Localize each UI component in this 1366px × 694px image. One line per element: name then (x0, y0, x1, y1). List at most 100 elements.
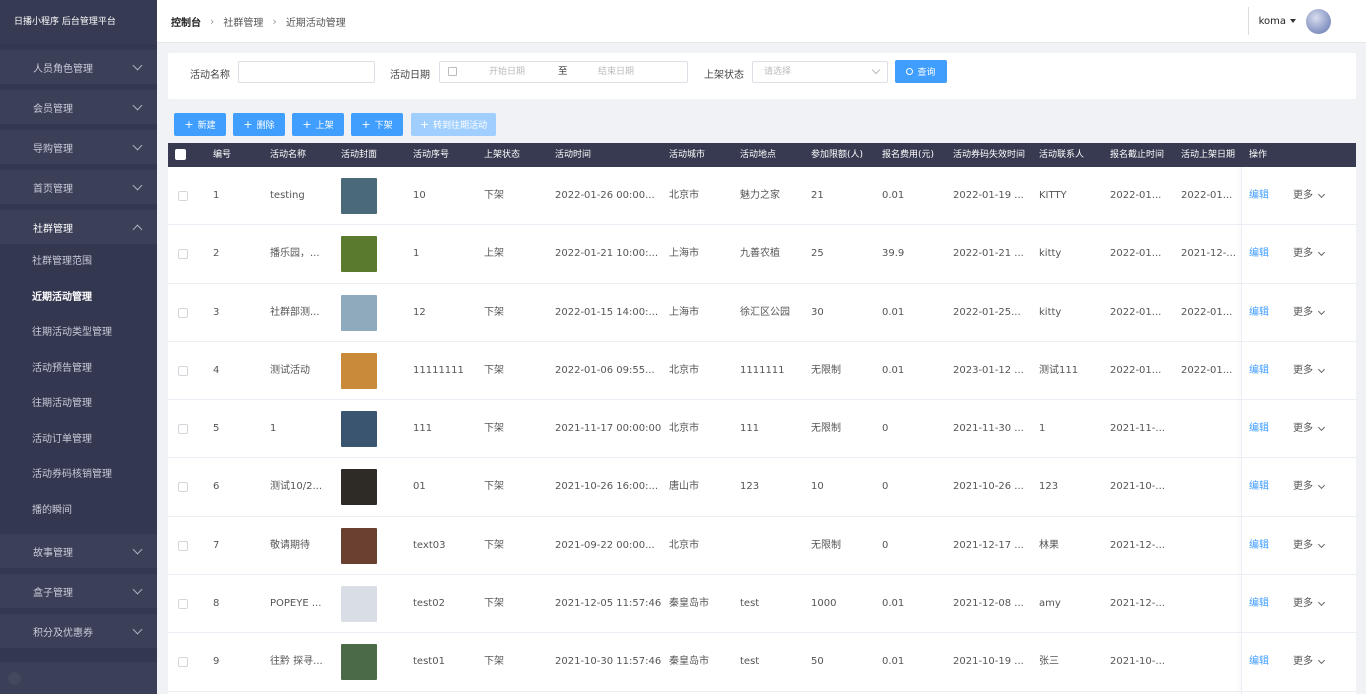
status-select[interactable]: 请选择 (752, 61, 888, 83)
cell-limit: 1000 (811, 598, 837, 610)
cell-status: 下架 (484, 598, 504, 610)
more-dropdown[interactable]: 更多 (1293, 575, 1326, 633)
menu-group[interactable]: 导购管理 (0, 130, 157, 164)
more-dropdown[interactable]: 更多 (1293, 517, 1326, 575)
more-dropdown[interactable]: 更多 (1293, 342, 1326, 400)
sidebar-sub-item[interactable]: 往期活动管理 (0, 386, 157, 422)
row-checkbox[interactable] (178, 365, 188, 376)
activity-date-label: 活动日期 (390, 70, 430, 81)
new-button[interactable]: + 新建 (174, 113, 226, 136)
activity-name-label: 活动名称 (190, 70, 230, 81)
menu-group[interactable]: 首页管理 (0, 170, 157, 204)
breadcrumb: 控制台 › 社群管理 › 近期活动管理 (157, 14, 346, 29)
chevron-down-icon (132, 624, 143, 634)
sidebar-sub-item[interactable]: 活动订单管理 (0, 421, 157, 457)
plus-icon: + (419, 118, 430, 131)
row-checkbox[interactable] (178, 191, 188, 201)
end-date-placeholder[interactable]: 结束日期 (598, 62, 634, 82)
user-menu[interactable]: koma (1247, 7, 1331, 35)
cell-status: 下架 (484, 190, 504, 201)
menu-group-label: 积分及优惠券 (33, 627, 93, 639)
menu-group[interactable]: 盒子管理 (0, 574, 157, 608)
sidebar-sub-item[interactable]: 近期活动管理 (0, 279, 157, 315)
edit-link[interactable]: 编辑 (1249, 342, 1269, 400)
more-dropdown[interactable]: 更多 (1293, 284, 1326, 342)
menu-group[interactable]: 会员管理 (0, 90, 157, 124)
cell-place: 九善农植 (740, 248, 780, 260)
edit-link[interactable]: 编辑 (1249, 517, 1269, 575)
caret-down-icon[interactable] (1290, 19, 1296, 23)
query-button[interactable]: 查询 (895, 60, 947, 83)
date-range-picker[interactable]: 开始日期 至 结束日期 (439, 61, 688, 83)
sidebar-sub-item[interactable]: 往期活动类型管理 (0, 315, 157, 351)
top-header: 控制台 › 社群管理 › 近期活动管理 koma (157, 0, 1366, 43)
table-body: 1 testing 10 下架 2022-01-26 00:00... 北京市 魅力之家 21… (168, 167, 1356, 692)
cell-fee: 0.01 (882, 598, 905, 610)
activity-cover-image (341, 236, 377, 273)
breadcrumb-item[interactable]: 社群管理 (223, 14, 263, 29)
edit-link[interactable]: 编辑 (1249, 458, 1269, 516)
cell-time: 2021-11-17 00:00:00 (555, 423, 662, 435)
cell-seq: 1 (413, 248, 420, 260)
start-date-placeholder[interactable]: 开始日期 (489, 62, 525, 82)
edit-link[interactable]: 编辑 (1249, 633, 1269, 691)
sidebar-sub-item[interactable]: 社群管理范围 (0, 244, 157, 280)
cell-place: test (740, 656, 760, 668)
menu-group-label: 会员管理 (33, 103, 73, 115)
more-dropdown[interactable]: 更多 (1293, 225, 1326, 283)
cell-time: 2022-01-21 10:00:... (555, 248, 659, 260)
menu-group[interactable]: 故事管理 (0, 534, 157, 568)
activity-cover-image (341, 178, 377, 214)
fixed-column-divider (1241, 167, 1242, 694)
row-checkbox[interactable] (178, 482, 188, 493)
column-header: 报名费用(元) (882, 150, 935, 160)
put-on-shelf-button[interactable]: + 上架 (292, 113, 344, 136)
cell-limit: 无限制 (811, 539, 841, 551)
edit-link[interactable]: 编辑 (1249, 575, 1269, 633)
more-dropdown[interactable]: 更多 (1293, 458, 1326, 516)
delete-button[interactable]: + 删除 (233, 113, 285, 136)
row-checkbox[interactable] (178, 657, 188, 668)
more-dropdown[interactable]: 更多 (1293, 167, 1326, 225)
edit-link[interactable]: 编辑 (1249, 167, 1269, 225)
username[interactable]: koma (1259, 16, 1286, 27)
more-dropdown[interactable]: 更多 (1293, 400, 1326, 458)
cell-fee: 0.01 (882, 656, 905, 668)
cell-no: 2 (213, 248, 220, 260)
cell-shelf: 2022-01... (1181, 306, 1233, 318)
chevron-down-icon (1317, 657, 1326, 665)
row-checkbox[interactable] (178, 307, 188, 318)
row-checkbox[interactable] (178, 249, 188, 260)
table-row: 2 播乐园，... 1 上架 2022-01-21 10:00:... 上海市 九善农植 25… (168, 225, 1356, 284)
row-checkbox[interactable] (178, 540, 188, 551)
cell-seq: test01 (413, 656, 445, 668)
activity-table: 编号 活动名称 活动封面 活动序号 上架状态 活动时间 活动城市 活动地点 参加限额(人) 报名费… (168, 143, 1356, 694)
take-off-shelf-label: 下架 (374, 121, 393, 131)
cell-place: 123 (740, 481, 760, 493)
menu-group[interactable]: 人员角色管理 (0, 50, 157, 84)
filter-bar: 活动名称 活动日期 开始日期 至 结束日期 上架状态 请选择 查询 (168, 53, 1356, 99)
edit-link[interactable]: 编辑 (1249, 225, 1269, 283)
avatar[interactable] (1306, 8, 1331, 34)
sidebar-sub-item[interactable]: 播的瞬间 (0, 492, 157, 528)
more-dropdown[interactable]: 更多 (1293, 633, 1326, 691)
row-checkbox[interactable] (178, 599, 188, 610)
cell-no: 4 (213, 364, 220, 376)
sidebar-sub-item[interactable]: 活动预告管理 (0, 350, 157, 386)
edit-link[interactable]: 编辑 (1249, 284, 1269, 342)
menu-group-community[interactable]: 社群管理 (0, 210, 157, 244)
status-select-placeholder: 请选择 (764, 67, 792, 77)
collapse-icon[interactable] (8, 672, 21, 685)
row-checkbox[interactable] (178, 424, 188, 435)
sidebar-sub-item[interactable]: 活动券码核销管理 (0, 457, 157, 493)
chevron-down-icon (1317, 190, 1326, 199)
activity-name-input[interactable] (238, 61, 375, 83)
move-to-past-button[interactable]: + 转到往期活动 (411, 113, 496, 136)
chevron-down-icon (1317, 424, 1326, 432)
cell-deadline: 2021-10-... (1110, 656, 1165, 668)
menu-group[interactable]: 积分及优惠券 (0, 614, 157, 648)
breadcrumb-item[interactable]: 控制台 (171, 14, 201, 29)
take-off-shelf-button[interactable]: + 下架 (351, 113, 403, 136)
edit-link[interactable]: 编辑 (1249, 400, 1269, 458)
select-all-checkbox[interactable] (175, 149, 186, 160)
